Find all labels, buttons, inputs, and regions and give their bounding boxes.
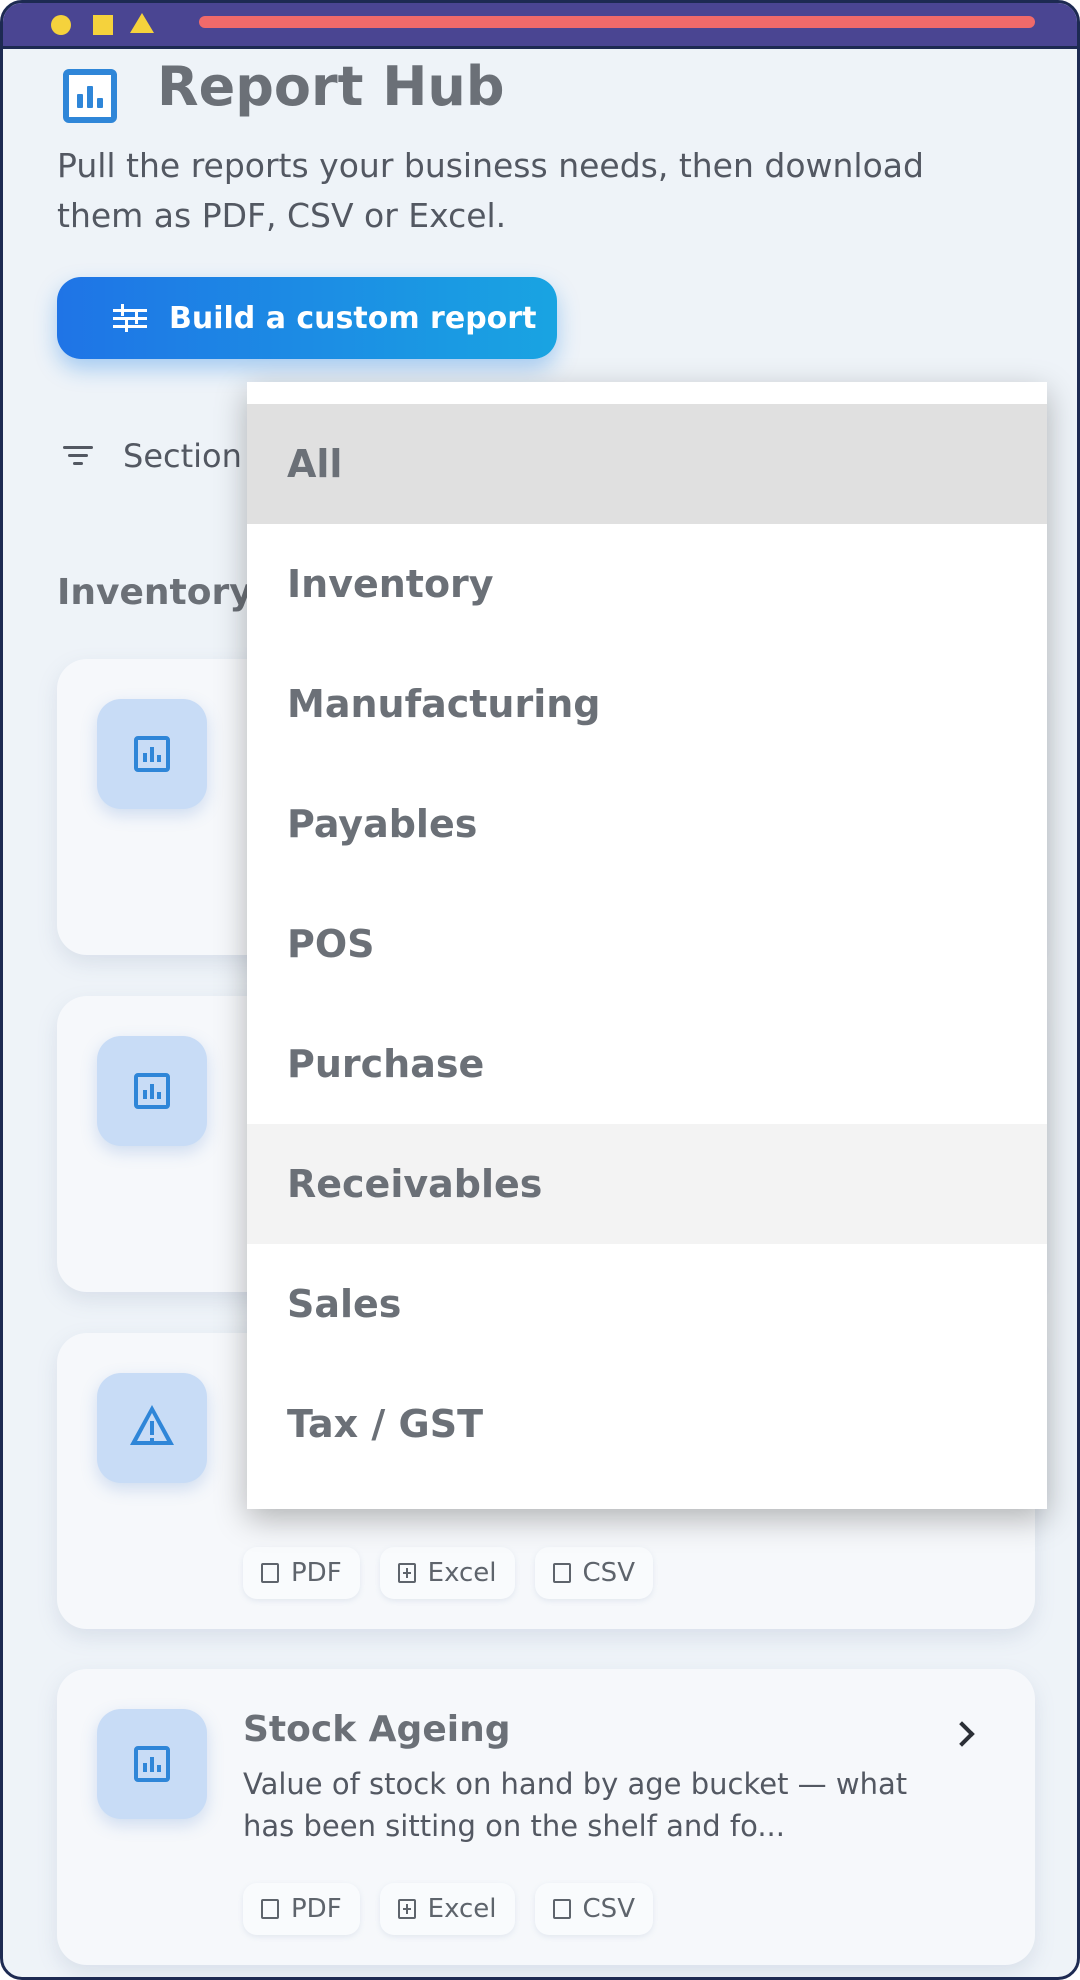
excel-label: Excel [427,1894,497,1924]
bar-chart-icon [134,736,170,772]
bar-chart-icon [134,1746,170,1782]
table-icon [397,1563,416,1583]
pdf-icon [261,1899,279,1919]
page-title: Report Hub [157,55,505,118]
dropdown-option-all[interactable]: All [247,404,1047,524]
section-filter[interactable]: Section [63,431,242,481]
pdf-label: PDF [291,1558,342,1588]
excel-label: Excel [427,1558,497,1588]
dropdown-option-tax-gst[interactable]: Tax / GST [247,1364,1047,1484]
format-options: PDF Excel CSV [243,1547,653,1599]
dropdown-option-pos[interactable]: POS [247,884,1047,1004]
table-icon [397,1899,416,1919]
page-subtitle: Pull the reports your business needs, th… [57,146,924,235]
circle-icon [51,15,71,35]
card-icon-tile [97,1036,207,1146]
card-title: Stock Ageing [243,1709,511,1750]
square-icon [93,15,113,35]
main-content: Report Hub Pull the reports your busines… [3,49,1077,1977]
app-window: Report Hub Pull the reports your busines… [0,0,1080,1980]
pdf-download-button[interactable]: PDF [243,1547,360,1599]
csv-label: CSV [582,1894,635,1924]
csv-download-button[interactable]: CSV [534,1883,653,1935]
card-icon-tile [97,1373,207,1483]
pdf-icon [261,1563,279,1583]
triangle-icon [130,13,154,33]
excel-download-button[interactable]: Excel [379,1883,515,1935]
address-bar[interactable] [199,16,1035,28]
build-custom-report-button[interactable]: Build a custom report [57,277,557,359]
card-description: Value of stock on hand by age bucket — w… [243,1767,908,1843]
csv-download-button[interactable]: CSV [534,1547,653,1599]
file-icon [552,1899,571,1919]
dropdown-option-payables[interactable]: Payables [247,764,1047,884]
pdf-download-button[interactable]: PDF [243,1883,360,1935]
csv-label: CSV [582,1558,635,1588]
chevron-right-icon[interactable] [949,1721,975,1747]
dropdown-option-inventory[interactable]: Inventory [247,524,1047,644]
section-filter-label: Section [123,437,242,475]
dropdown-option-purchase[interactable]: Purchase [247,1004,1047,1124]
bar-chart-icon [134,1073,170,1109]
sliders-icon [113,304,147,332]
filter-icon [63,444,93,468]
card-icon-tile [97,1709,207,1819]
report-hub-icon [63,69,117,123]
section-dropdown-menu: All Inventory Manufacturing Payables POS… [247,382,1047,1509]
dropdown-option-manufacturing[interactable]: Manufacturing [247,644,1047,764]
dropdown-option-receivables[interactable]: Receivables [247,1124,1047,1244]
dropdown-option-sales[interactable]: Sales [247,1244,1047,1364]
excel-download-button[interactable]: Excel [379,1547,515,1599]
build-custom-report-label: Build a custom report [169,300,537,336]
window-titlebar [3,3,1077,49]
format-options: PDF Excel CSV [243,1883,653,1935]
file-icon [552,1563,571,1583]
pdf-label: PDF [291,1894,342,1924]
report-card-stock-ageing[interactable]: Stock Ageing Value of stock on hand by a… [57,1669,1035,1965]
section-heading: Inventory [57,572,253,613]
card-icon-tile [97,699,207,809]
